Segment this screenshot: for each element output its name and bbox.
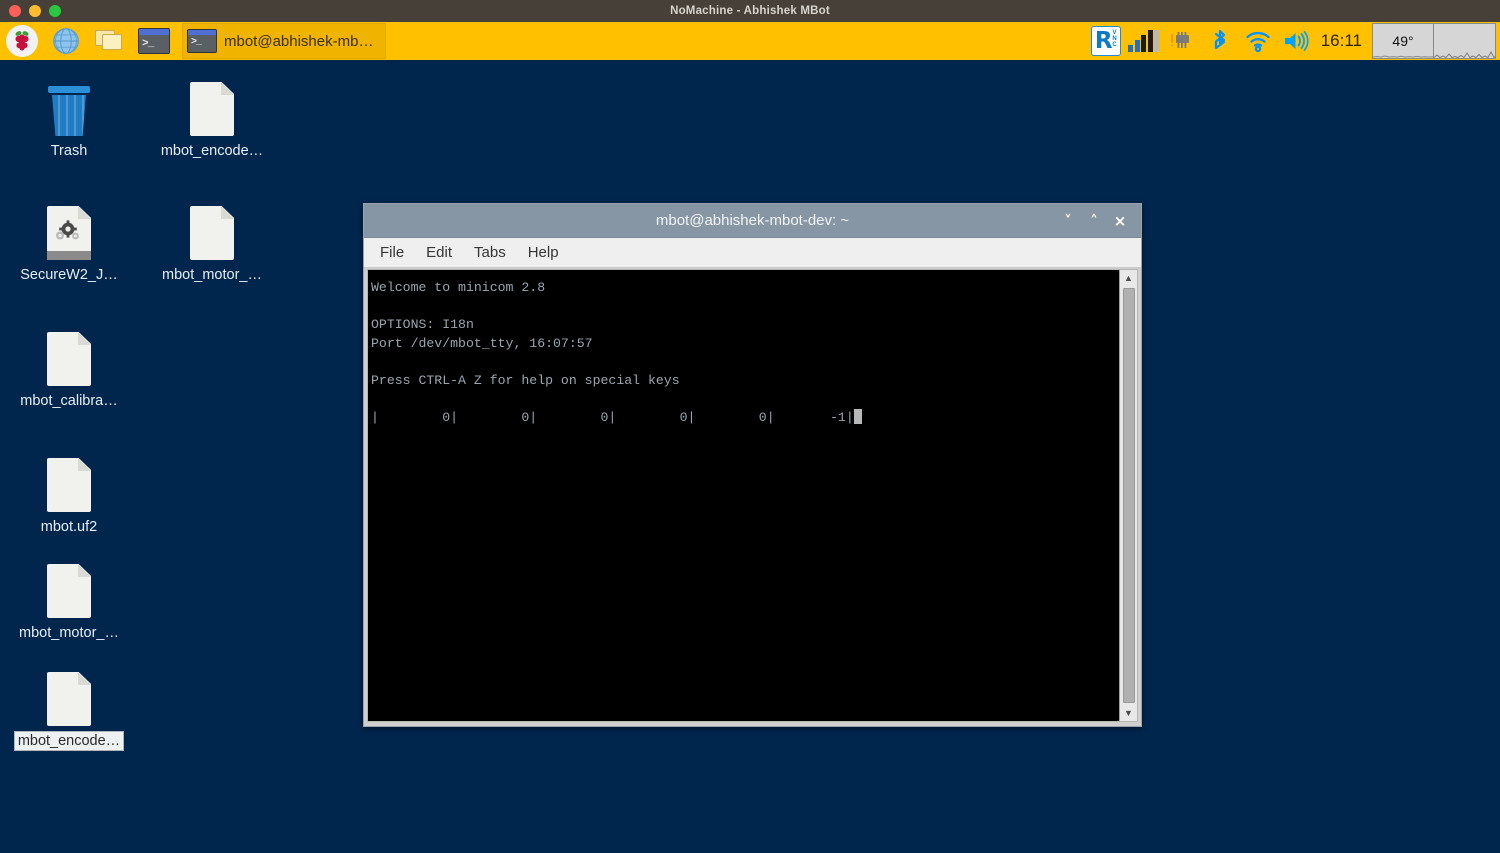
chip-icon xyxy=(1170,32,1189,48)
desktop-icon-label: mbot_motor_… xyxy=(19,625,119,641)
file-manager-button[interactable] xyxy=(88,21,132,61)
file-icon xyxy=(190,80,234,136)
terminal-screen[interactable]: Welcome to minicom 2.8 OPTIONS: I18n Por… xyxy=(368,270,1119,721)
raspberry-menu-button[interactable] xyxy=(0,21,44,61)
terminal-cursor xyxy=(853,409,862,425)
zoom-button[interactable] xyxy=(49,5,61,17)
terminal-body: Welcome to minicom 2.8 OPTIONS: I18n Por… xyxy=(367,269,1138,722)
graph-sparkline xyxy=(1434,50,1495,58)
terminal-icon: >_ xyxy=(187,29,217,53)
terminal-titlebar[interactable]: mbot@abhishek-mbot-dev: ~ ˅ ˄ × xyxy=(364,204,1141,238)
minimize-button[interactable] xyxy=(29,5,41,17)
file-icon xyxy=(190,204,234,260)
desktop-icon-trash[interactable]: Trash xyxy=(4,80,134,160)
desktop-icon-label: mbot_calibra… xyxy=(20,393,118,409)
cpu-monitor-tray[interactable] xyxy=(1125,21,1163,61)
wifi-icon xyxy=(1246,32,1270,52)
nomachine-titlebar: NoMachine - Abhishek MBot xyxy=(0,0,1500,22)
desktop-icon-securew2[interactable]: SecureW2_J… xyxy=(4,204,134,284)
terminal-scrollbar[interactable]: ▲ ▼ xyxy=(1119,270,1137,721)
realvnc-tray-button[interactable]: R VNC xyxy=(1087,21,1125,61)
system-chip-tray[interactable] xyxy=(1163,21,1201,61)
close-icon[interactable]: × xyxy=(1107,208,1133,234)
temperature-value: 49° xyxy=(1392,33,1414,49)
window-controls xyxy=(0,5,61,17)
menu-item-file[interactable]: File xyxy=(380,244,404,261)
terminal-title: mbot@abhishek-mbot-dev: ~ xyxy=(655,212,850,229)
desktop-icon-label: Trash xyxy=(50,143,88,159)
system-tray: R VNC 16:11 49° xyxy=(1087,22,1500,60)
taskbar-window-label: mbot@abhishek-mb… xyxy=(224,32,374,50)
bluetooth-icon xyxy=(1214,29,1225,50)
gear-icon xyxy=(56,220,79,240)
file-icon xyxy=(47,670,91,726)
file-icon xyxy=(47,330,91,386)
desktop-icon-label: mbot.uf2 xyxy=(40,519,98,535)
taskbar-window-button-terminal[interactable]: >_ mbot@abhishek-mb… xyxy=(182,23,387,59)
desktop-icon-label: SecureW2_J… xyxy=(20,267,118,283)
bluetooth-tray[interactable] xyxy=(1201,21,1239,61)
desktop-icon-label: mbot_encode… xyxy=(160,143,264,159)
desktop-icon-mbot-encoder-2[interactable]: mbot_encode… xyxy=(4,670,134,751)
desktop-icon-mbot-motor-2[interactable]: mbot_motor_… xyxy=(4,562,134,642)
desktop-icon-mbot-uf2[interactable]: mbot.uf2 xyxy=(4,456,134,536)
taskbar-launchers: >_ xyxy=(0,22,176,60)
globe-icon xyxy=(53,28,79,54)
desktop-icon-label: mbot_encode… xyxy=(13,731,125,751)
menu-item-help[interactable]: Help xyxy=(528,244,559,261)
temperature-widget[interactable]: 49° xyxy=(1372,23,1434,59)
desktop-icon-mbot-encoder-1[interactable]: mbot_encode… xyxy=(147,80,277,160)
desktop-icon-label: mbot_motor_… xyxy=(162,267,262,283)
scroll-up-icon[interactable]: ▲ xyxy=(1124,270,1133,286)
scrollbar-thumb[interactable] xyxy=(1122,288,1135,703)
terminal-icon: >_ xyxy=(138,28,170,54)
terminal-launcher-button[interactable]: >_ xyxy=(132,21,176,61)
chevron-up-icon[interactable]: ˄ xyxy=(1081,208,1107,234)
terminal-window[interactable]: mbot@abhishek-mbot-dev: ~ ˅ ˄ × File Edi… xyxy=(363,203,1142,727)
cpu-bars-icon xyxy=(1128,30,1160,52)
scroll-down-icon[interactable]: ▼ xyxy=(1124,705,1133,721)
file-icon xyxy=(47,456,91,512)
close-button[interactable] xyxy=(9,5,21,17)
volume-icon xyxy=(1284,30,1309,52)
scrollbar-track[interactable] xyxy=(1120,286,1137,705)
menu-item-tabs[interactable]: Tabs xyxy=(474,244,506,261)
desktop-icon-mbot-motor-1[interactable]: mbot_motor_… xyxy=(147,204,277,284)
file-icon xyxy=(47,562,91,618)
trash-icon xyxy=(47,80,91,136)
terminal-window-buttons: ˅ ˄ × xyxy=(1055,208,1141,234)
folder-icon xyxy=(95,28,125,54)
taskbar-clock[interactable]: 16:11 xyxy=(1315,31,1372,51)
temperature-sparkline xyxy=(1373,55,1433,58)
desktop-icon-mbot-calibration[interactable]: mbot_calibra… xyxy=(4,330,134,410)
wifi-tray[interactable] xyxy=(1239,21,1277,61)
config-file-icon xyxy=(47,204,91,260)
volume-tray[interactable] xyxy=(1277,21,1315,61)
chevron-down-icon[interactable]: ˅ xyxy=(1055,208,1081,234)
raspberry-icon xyxy=(6,25,38,57)
menu-item-edit[interactable]: Edit xyxy=(426,244,452,261)
terminal-menubar: File Edit Tabs Help xyxy=(364,238,1141,268)
graph-widget[interactable] xyxy=(1434,23,1496,59)
web-browser-button[interactable] xyxy=(44,21,88,61)
vnc-icon: R VNC xyxy=(1090,26,1121,56)
taskbar: >_ >_ mbot@abhishek-mb… R VNC 16:11 49° xyxy=(0,22,1500,62)
nomachine-title: NoMachine - Abhishek MBot xyxy=(670,5,830,17)
terminal-output: Welcome to minicom 2.8 OPTIONS: I18n Por… xyxy=(371,280,854,426)
